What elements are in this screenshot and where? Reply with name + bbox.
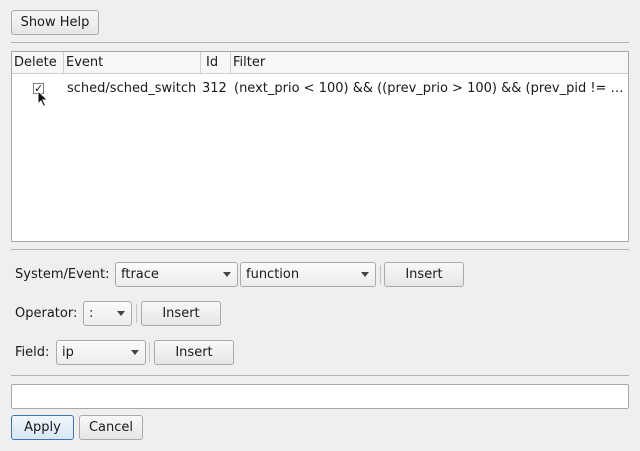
column-header-delete: Delete xyxy=(12,52,64,73)
toolbar-separator xyxy=(149,343,150,362)
system-combo[interactable]: ftrace xyxy=(115,262,238,287)
middle-separator xyxy=(11,249,629,250)
column-header-id: Id xyxy=(201,52,231,73)
event-cell: sched/sched_switch xyxy=(67,81,197,96)
field-combo-value: ip xyxy=(62,345,74,360)
operator-insert-button[interactable]: Insert xyxy=(141,301,221,326)
system-event-label: System/Event: xyxy=(15,267,110,282)
apply-button[interactable]: Apply xyxy=(11,415,74,440)
id-cell: 312 xyxy=(202,81,227,96)
chevron-down-icon xyxy=(361,272,369,277)
chevron-down-icon xyxy=(223,272,231,277)
show-help-button[interactable]: Show Help xyxy=(11,10,99,35)
table-header: Delete Event Id Filter xyxy=(12,52,628,74)
column-header-filter: Filter xyxy=(233,55,266,70)
column-header-event: Event xyxy=(64,52,201,73)
event-combo-value: function xyxy=(246,267,300,282)
bottom-separator xyxy=(11,375,629,376)
field-label: Field: xyxy=(15,345,50,360)
filter-expression-input[interactable] xyxy=(11,384,629,409)
filter-cell: (next_prio < 100) && ((prev_prio > 100) … xyxy=(234,81,624,96)
toolbar-separator xyxy=(380,265,381,284)
toolbar-separator xyxy=(136,304,137,323)
cancel-button[interactable]: Cancel xyxy=(79,415,143,440)
table-row[interactable]: ✓ sched/sched_switch 312 (next_prio < 10… xyxy=(12,74,628,108)
operator-label: Operator: xyxy=(15,306,78,321)
system-event-insert-button[interactable]: Insert xyxy=(384,262,464,287)
chevron-down-icon xyxy=(117,311,125,316)
chevron-down-icon xyxy=(131,350,139,355)
mouse-pointer-icon xyxy=(37,90,49,108)
top-separator xyxy=(11,42,629,43)
system-combo-value: ftrace xyxy=(121,267,159,282)
filter-table[interactable]: Delete Event Id Filter ✓ sched/sched_swi… xyxy=(11,51,629,242)
operator-combo[interactable]: : xyxy=(83,301,132,326)
event-combo[interactable]: function xyxy=(240,262,376,287)
operator-combo-value: : xyxy=(89,306,94,321)
field-insert-button[interactable]: Insert xyxy=(154,340,234,365)
field-combo[interactable]: ip xyxy=(56,340,146,365)
